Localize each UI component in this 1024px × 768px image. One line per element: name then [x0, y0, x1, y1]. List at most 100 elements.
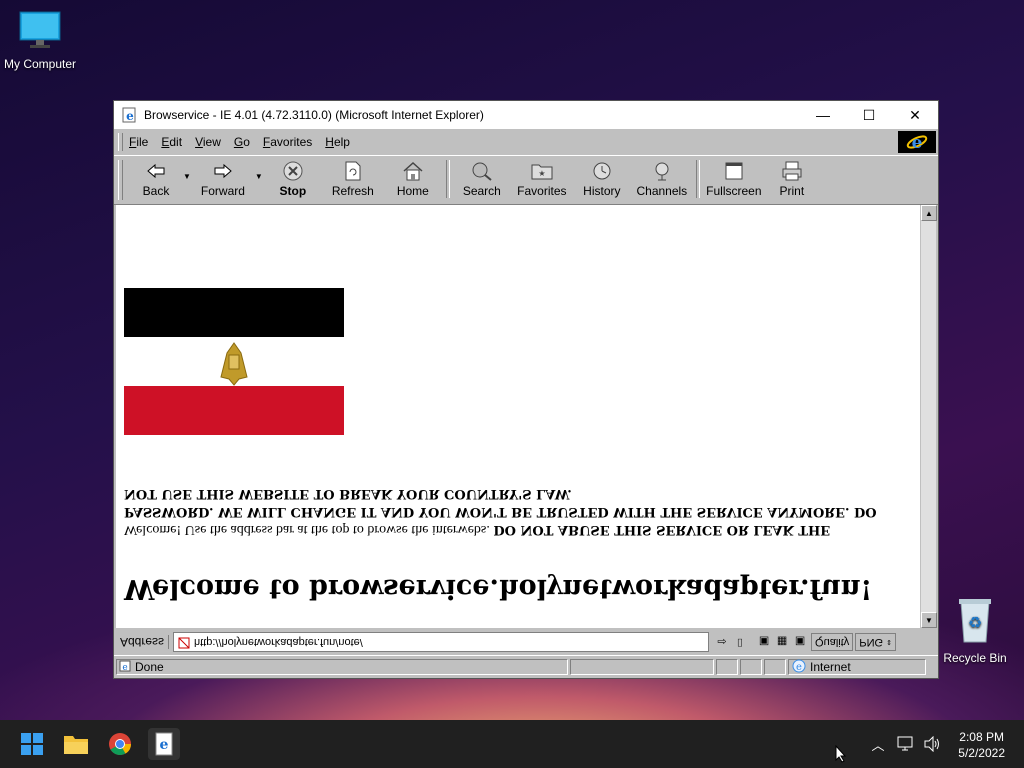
- chevron-up-icon: ︿: [871, 737, 885, 753]
- search-globe-icon: [471, 160, 493, 182]
- windows-logo-icon: [21, 733, 43, 755]
- maximize-button[interactable]: ☐: [846, 101, 892, 129]
- clock-time: 2:08 PM: [959, 730, 1004, 744]
- svg-text:♻: ♻: [968, 613, 982, 632]
- window-title: Browservice - IE 4.01 (4.72.3110.0) (Mic…: [144, 108, 484, 122]
- address-url: http://holynetworkadapter.fun/note/: [194, 636, 363, 648]
- vertical-scrollbar[interactable]: ▲ ▼: [920, 205, 937, 628]
- menu-view[interactable]: View: [195, 135, 221, 149]
- history-clock-icon: [592, 160, 612, 182]
- ie-logo-icon: e: [898, 131, 936, 153]
- system-clock[interactable]: 2:08 PM 5/2/2022: [958, 729, 1005, 761]
- quality-select[interactable]: PNG ⇕: [855, 633, 896, 651]
- file-explorer-button[interactable]: [60, 728, 92, 760]
- svg-text:e: e: [796, 662, 802, 673]
- volume-button[interactable]: [918, 728, 946, 760]
- mouse-cursor-icon: [835, 744, 847, 768]
- channels-label: Channels: [636, 184, 688, 198]
- close-button[interactable]: ✕: [892, 101, 938, 129]
- bookmark-icon[interactable]: ⌷: [731, 633, 749, 651]
- search-button[interactable]: Search: [453, 156, 511, 200]
- favorites-button[interactable]: ★ Favorites: [511, 156, 573, 200]
- chrome-button[interactable]: [104, 728, 136, 760]
- back-dropdown-icon[interactable]: ▼: [183, 172, 191, 181]
- menu-help[interactable]: Help: [325, 135, 350, 149]
- zoom-out-icon[interactable]: ▣: [755, 633, 773, 651]
- browservice-taskbar-button[interactable]: e: [148, 728, 180, 760]
- title-bar[interactable]: e Browservice - IE 4.01 (4.72.3110.0) (M…: [114, 101, 938, 129]
- eagle-emblem-icon: [217, 336, 251, 387]
- svg-text:e: e: [912, 133, 923, 152]
- forward-arrow-icon: [213, 160, 233, 182]
- back-arrow-icon: [146, 160, 166, 182]
- minimize-button[interactable]: —: [800, 101, 846, 129]
- page-favicon-icon: [178, 635, 190, 650]
- refresh-icon: [344, 160, 362, 182]
- address-input[interactable]: http://holynetworkadapter.fun/note/: [173, 632, 710, 652]
- back-button[interactable]: Back: [129, 156, 183, 200]
- intro-paragraph: Welcome! Use the address bar at the top …: [124, 484, 914, 538]
- menu-go[interactable]: Go: [234, 135, 250, 149]
- quality-label: Quality: [811, 633, 854, 651]
- forward-dropdown-icon[interactable]: ▼: [255, 172, 263, 181]
- forward-button[interactable]: Forward: [191, 156, 255, 200]
- quality-value: PNG: [859, 636, 884, 648]
- favorites-folder-icon: ★: [531, 160, 553, 182]
- svg-text:e: e: [126, 109, 134, 123]
- my-computer-label: My Computer: [3, 57, 77, 71]
- ie-page-icon: e: [122, 107, 138, 123]
- menubar-grip[interactable]: [118, 133, 123, 151]
- status-bar: e Done e Internet: [114, 655, 938, 678]
- status-cell-b: [740, 659, 762, 675]
- status-cell-c: [764, 659, 786, 675]
- zoom-reset-icon[interactable]: ▦: [773, 633, 791, 651]
- fullscreen-button[interactable]: Fullscreen: [703, 156, 765, 200]
- page-heading: Welcome to browservice.holynetworkadapte…: [124, 573, 873, 604]
- recycle-bin-desktop-icon[interactable]: ♻ Recycle Bin: [935, 596, 1015, 665]
- printer-icon: [781, 160, 803, 182]
- start-button[interactable]: [16, 728, 48, 760]
- home-label: Home: [396, 184, 429, 198]
- ie-document-icon: e: [155, 732, 173, 756]
- print-button[interactable]: Print: [765, 156, 819, 200]
- status-main: e Done: [116, 659, 568, 675]
- recycle-bin-icon: ♻: [955, 596, 995, 647]
- folder-icon: [64, 736, 88, 754]
- search-label: Search: [462, 184, 501, 198]
- flag-white-stripe: [124, 337, 344, 386]
- taskbar: e ︿ 2:08 PM 5/2/2022: [0, 720, 1024, 768]
- zoom-in-icon[interactable]: ▣: [791, 633, 809, 651]
- stop-button[interactable]: Stop: [263, 156, 323, 200]
- standard-toolbar: Back ▼ Forward ▼ Stop Refresh Home Searc…: [114, 156, 938, 205]
- browser-window: e Browservice - IE 4.01 (4.72.3110.0) (M…: [113, 100, 939, 679]
- recycle-bin-label: Recycle Bin: [943, 651, 1007, 665]
- back-label: Back: [142, 184, 170, 198]
- toolbar-grip[interactable]: [118, 160, 123, 200]
- show-hidden-icons-button[interactable]: ︿: [862, 728, 894, 760]
- history-button[interactable]: History: [573, 156, 631, 200]
- web-content-area[interactable]: Welcome to browservice.holynetworkadapte…: [116, 205, 920, 628]
- status-progress-cell: [570, 659, 714, 675]
- refresh-button[interactable]: Refresh: [323, 156, 383, 200]
- toolbar-separator-2: [695, 160, 700, 198]
- go-arrow-icon[interactable]: ⇨: [713, 633, 731, 651]
- network-button[interactable]: [892, 728, 920, 760]
- menu-file[interactable]: File: [129, 135, 148, 149]
- svg-text:e: e: [160, 737, 169, 753]
- menu-edit[interactable]: Edit: [161, 135, 182, 149]
- flag-black-stripe: [124, 288, 344, 337]
- scroll-up-icon[interactable]: ▲: [921, 205, 937, 221]
- my-computer-desktop-icon[interactable]: My Computer: [0, 10, 80, 71]
- home-button[interactable]: Home: [383, 156, 443, 200]
- svg-text:e: e: [122, 663, 127, 672]
- channels-button[interactable]: Channels: [631, 156, 693, 200]
- stop-icon: [283, 160, 303, 182]
- chrome-icon: [109, 733, 131, 755]
- fullscreen-label: Fullscreen: [706, 184, 762, 198]
- status-page-icon: e: [119, 660, 131, 675]
- print-label: Print: [779, 184, 805, 198]
- favorites-label: Favorites: [517, 184, 567, 198]
- clock-date: 5/2/2022: [958, 746, 1005, 760]
- scroll-down-icon[interactable]: ▼: [921, 612, 937, 628]
- menu-favorites[interactable]: Favorites: [263, 135, 312, 149]
